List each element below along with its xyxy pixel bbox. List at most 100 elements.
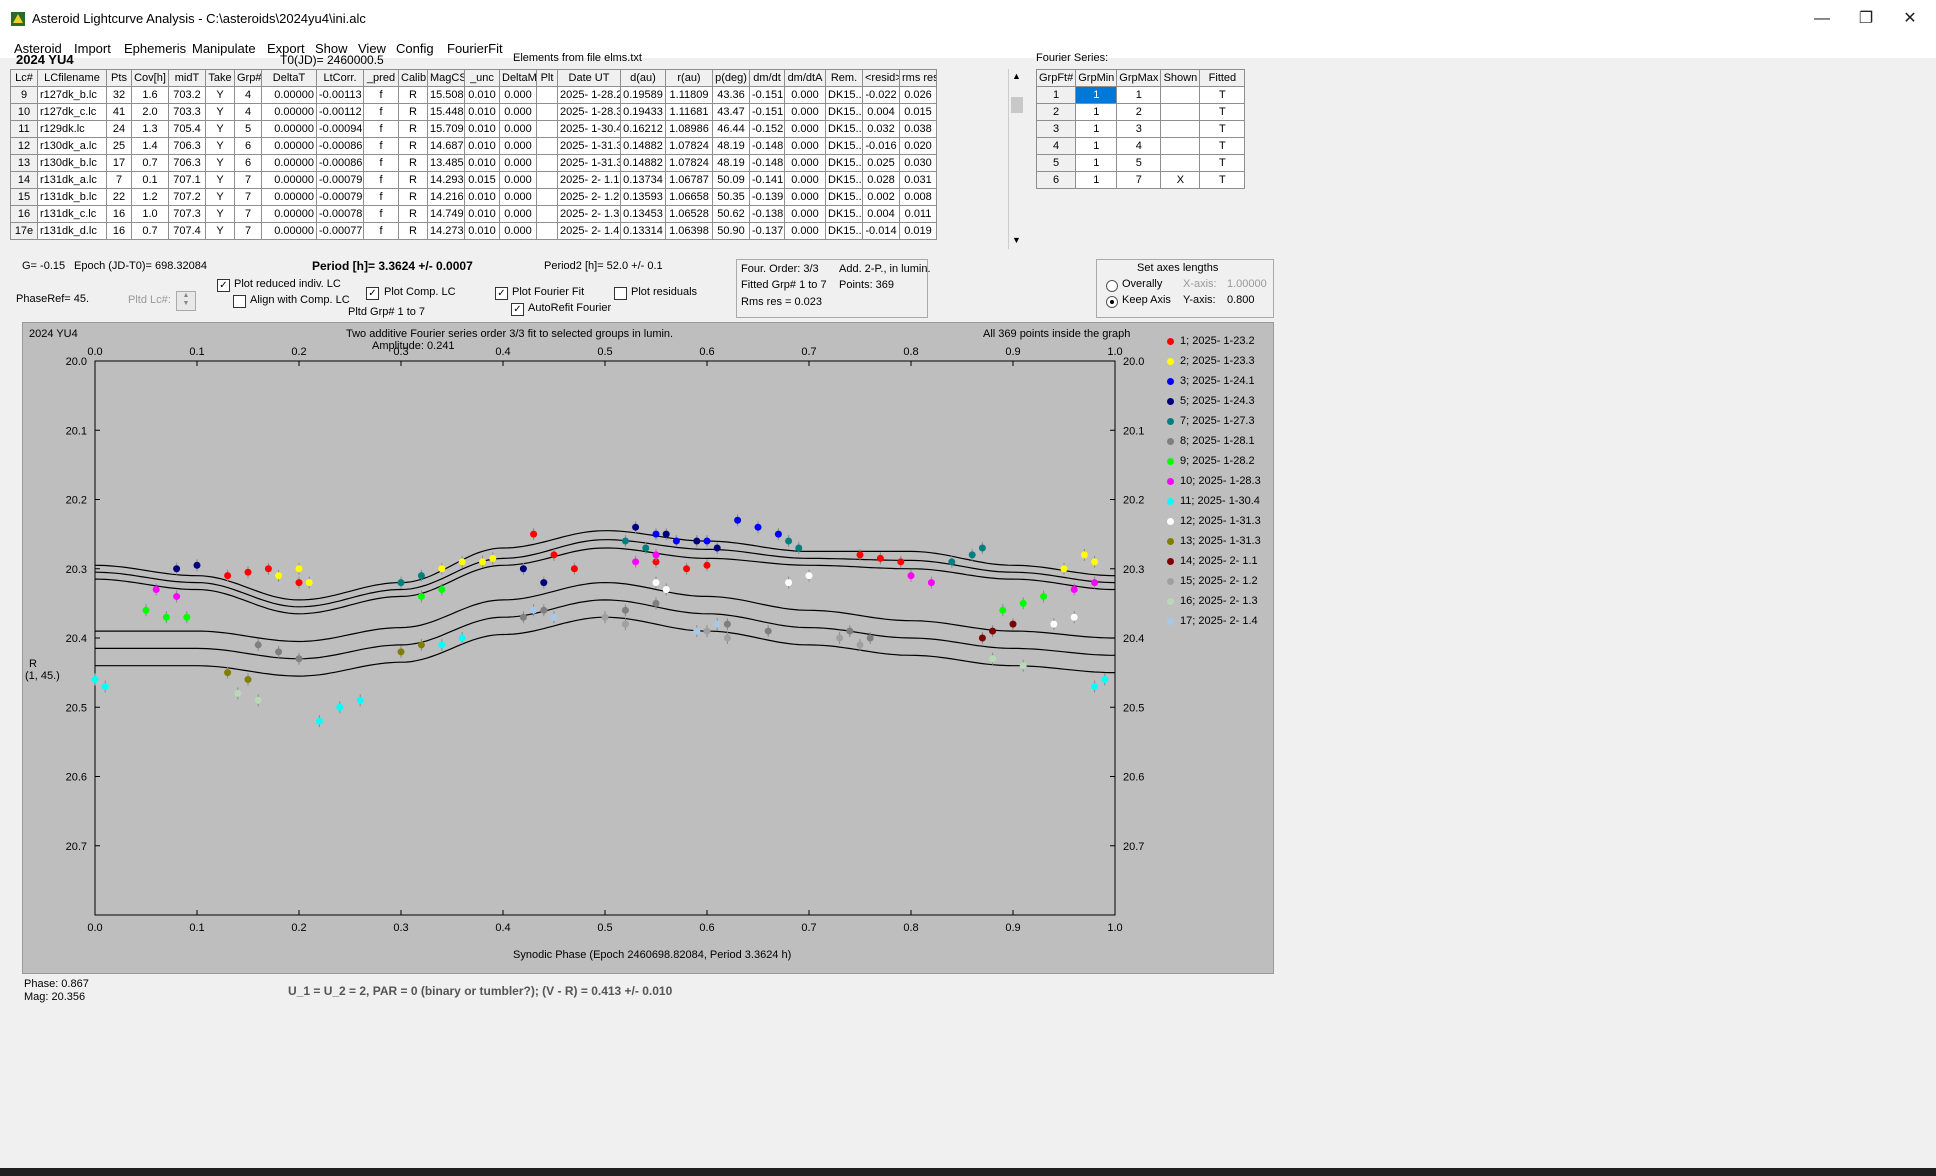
lc-cell[interactable]: Y	[205, 188, 235, 206]
data-point[interactable]	[173, 565, 181, 573]
data-point[interactable]	[254, 641, 262, 649]
data-point[interactable]	[1091, 682, 1099, 690]
lc-cell[interactable]: 14	[10, 171, 38, 189]
lc-cell[interactable]: -0.138	[749, 205, 785, 223]
data-point[interactable]	[764, 627, 772, 635]
lc-cell[interactable]: -0.00086	[316, 137, 364, 155]
data-point[interactable]	[662, 586, 670, 594]
lc-cell[interactable]: 707.2	[168, 188, 206, 206]
lc-cell[interactable]: 2025- 2- 1.3	[557, 205, 621, 223]
lc-cell[interactable]: 2025- 2- 1.1	[557, 171, 621, 189]
plot-reduced-checkbox[interactable]: ✓	[217, 279, 230, 292]
fourier-table[interactable]: GrpFt# GrpMin GrpMax Shown Fitted 111T212T31…	[1035, 69, 1246, 189]
lc-cell[interactable]: DK15..	[825, 171, 863, 189]
keep-axis-radio[interactable]	[1106, 296, 1118, 308]
fourier-cell[interactable]: 2	[1116, 103, 1162, 121]
data-point[interactable]	[1080, 551, 1088, 559]
lc-cell[interactable]: r131dk_c.lc	[37, 205, 107, 223]
data-point[interactable]	[397, 579, 405, 587]
lc-cell[interactable]	[536, 171, 558, 189]
data-point[interactable]	[652, 530, 660, 538]
data-point[interactable]	[1019, 662, 1027, 670]
lc-cell[interactable]: 0.010	[464, 188, 500, 206]
plot-residuals-checkbox[interactable]	[614, 287, 627, 300]
lc-cell[interactable]: 0.010	[464, 154, 500, 172]
lc-cell[interactable]: 11	[10, 120, 38, 138]
data-point[interactable]	[295, 565, 303, 573]
lc-cell[interactable]: 0.00000	[261, 205, 317, 223]
lc-cell[interactable]	[536, 205, 558, 223]
lc-cell[interactable]: Y	[205, 120, 235, 138]
lc-cell[interactable]: -0.152	[749, 120, 785, 138]
lc-cell[interactable]: f	[363, 188, 399, 206]
lc-cell[interactable]: 0.000	[784, 103, 826, 121]
data-point[interactable]	[621, 606, 629, 614]
lc-cell[interactable]: 1.4	[131, 137, 169, 155]
lc-cell[interactable]	[536, 154, 558, 172]
fourier-cell[interactable]: 1	[1075, 171, 1118, 189]
lc-cell[interactable]: 0.020	[899, 137, 937, 155]
data-point[interactable]	[162, 613, 170, 621]
lc-cell[interactable]: 13	[10, 154, 38, 172]
plot-area[interactable]: 0.0 0.0 0.1 0.1 0.2 0.2 0.3 0.3 0.4 0.4 0.5 0.5 0.6 0…	[23, 323, 1273, 973]
lc-table-row[interactable]: 16 r131dk_c.lc 16 1.0 707.3 Y 7 0.00000 -0.00078…	[10, 205, 937, 223]
data-point[interactable]	[530, 606, 538, 614]
lc-cell[interactable]: 1.0	[131, 205, 169, 223]
lc-cell[interactable]: 0.000	[784, 120, 826, 138]
restore-button[interactable]: ❐	[1844, 0, 1888, 38]
lc-cell[interactable]: f	[363, 103, 399, 121]
lc-cell[interactable]: 0.16212	[620, 120, 666, 138]
lc-column-header[interactable]: dm/dt	[749, 69, 785, 87]
lc-cell[interactable]: 0.000	[784, 222, 826, 240]
lc-cell[interactable]: 17e	[10, 222, 38, 240]
fourier-cell[interactable]	[1160, 120, 1201, 138]
lc-cell[interactable]: 7	[106, 171, 132, 189]
data-point[interactable]	[1070, 613, 1078, 621]
lc-table-row[interactable]: 11 r129dk.lc 24 1.3 705.4 Y 5 0.00000 -0.00094 f R…	[10, 120, 937, 138]
scroll-up-icon[interactable]: ▲	[1012, 71, 1021, 81]
lc-cell[interactable]: f	[363, 222, 399, 240]
overally-radio[interactable]	[1106, 280, 1118, 292]
fourier-table-row[interactable]: 212 T	[1035, 103, 1246, 121]
lc-column-header[interactable]: Calib	[398, 69, 428, 87]
lc-cell[interactable]: 1.06528	[665, 205, 713, 223]
lc-cell[interactable]: 0.00000	[261, 103, 317, 121]
menu-manipulate[interactable]: Manipulate	[192, 41, 256, 56]
lc-cell[interactable]: Y	[205, 154, 235, 172]
lc-cell[interactable]: 14.273	[427, 222, 465, 240]
menu-config[interactable]: Config	[396, 41, 434, 56]
lc-cell[interactable]: 50.35	[712, 188, 750, 206]
lc-cell[interactable]: 0.00000	[261, 154, 317, 172]
fourier-cell[interactable]: 5	[1035, 154, 1077, 172]
lc-cell[interactable]: -0.00077	[316, 222, 364, 240]
lc-column-header[interactable]: <resid>	[862, 69, 900, 87]
lc-column-header[interactable]: r(au)	[665, 69, 713, 87]
data-point[interactable]	[1091, 579, 1099, 587]
fourier-cell[interactable]: T	[1199, 171, 1246, 189]
data-point[interactable]	[897, 558, 905, 566]
lc-cell[interactable]: 0.000	[499, 205, 537, 223]
lc-cell[interactable]	[536, 137, 558, 155]
data-point[interactable]	[989, 627, 997, 635]
lc-cell[interactable]: 0.00000	[261, 86, 317, 104]
lc-cell[interactable]: 15	[10, 188, 38, 206]
lc-cell[interactable]: 0.032	[862, 120, 900, 138]
lc-cell[interactable]: 0.13734	[620, 171, 666, 189]
data-point[interactable]	[458, 558, 466, 566]
data-point[interactable]	[1019, 599, 1027, 607]
lc-cell[interactable]: -0.139	[749, 188, 785, 206]
lc-column-header[interactable]: d(au)	[620, 69, 666, 87]
data-point[interactable]	[999, 606, 1007, 614]
data-point[interactable]	[254, 696, 262, 704]
lc-cell[interactable]: 0.000	[784, 188, 826, 206]
data-point[interactable]	[927, 579, 935, 587]
lc-cell[interactable]: 48.19	[712, 154, 750, 172]
lc-cell[interactable]: R	[398, 137, 428, 155]
fourier-cell[interactable]: 1	[1116, 86, 1162, 104]
fourier-cell[interactable]: 1	[1075, 103, 1118, 121]
lc-cell[interactable]: f	[363, 120, 399, 138]
fourier-table-row[interactable]: 617XT	[1035, 171, 1246, 189]
data-point[interactable]	[91, 676, 99, 684]
lc-cell[interactable]: 0.19433	[620, 103, 666, 121]
data-point[interactable]	[458, 634, 466, 642]
